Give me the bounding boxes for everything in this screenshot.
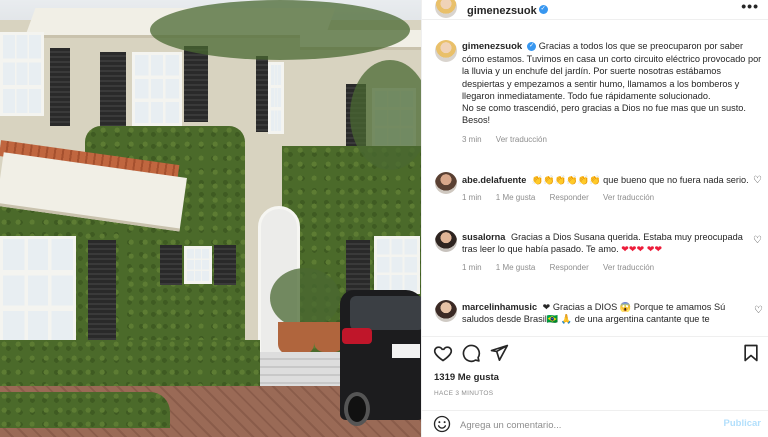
post-side-panel: gimenezsuok ✓ ••• gimenezsuok ✓ Gracias a … <box>421 0 768 437</box>
photo-car-window <box>350 296 421 330</box>
comment-username[interactable]: susalorna <box>462 232 505 242</box>
photo-license-plate <box>392 344 420 358</box>
comment-text: 👏👏👏👏👏👏 que bueno que no fuera nada serio… <box>531 175 749 185</box>
photo-window <box>132 52 182 126</box>
photo-shutter <box>184 46 208 122</box>
send-icon[interactable] <box>489 343 509 363</box>
comment-item: abe.delafuente 👏👏👏👏👏👏 que bueno que no f… <box>462 174 752 205</box>
comment-translate-link[interactable]: Ver traducción <box>603 193 654 202</box>
post-header: gimenezsuok ✓ ••• <box>422 0 768 20</box>
caption-translate-link[interactable]: Ver traducción <box>496 135 547 144</box>
post-caption: gimenezsuok ✓ Gracias a todos los que se … <box>462 40 762 147</box>
verified-badge-icon: ✓ <box>538 5 548 15</box>
photo-hedge <box>0 392 170 428</box>
comment-time[interactable]: 1 min <box>462 263 482 272</box>
comment-translate-link[interactable]: Ver traducción <box>603 263 654 272</box>
caption-meta: 3 min Ver traducción <box>462 134 762 146</box>
comment-like-heart-icon[interactable]: ♡ <box>753 235 762 246</box>
post-timestamp: HACE 3 MINUTOS <box>434 390 494 397</box>
comment-likes[interactable]: 1 Me gusta <box>496 263 536 272</box>
comment-item: marcelinhamusic ❤ Gracias a DIOS 😱 Porqu… <box>462 301 752 326</box>
add-comment-bar: Publicar <box>422 410 768 437</box>
publish-button[interactable]: Publicar <box>724 418 762 429</box>
heart-icon[interactable] <box>433 343 453 363</box>
photo-shutter <box>214 245 236 285</box>
bookmark-icon[interactable] <box>741 343 761 363</box>
comment-time[interactable]: 1 min <box>462 193 482 202</box>
comment-meta: 1 min 1 Me gusta Responder Ver traducció… <box>462 262 752 274</box>
comment-username[interactable]: marcelinhamusic <box>462 302 537 312</box>
photo-window <box>374 236 420 294</box>
photo-window <box>184 246 212 284</box>
photo-window <box>268 62 284 134</box>
post-action-bar <box>422 336 768 366</box>
author-username[interactable]: gimenezsuok <box>467 5 537 17</box>
verified-badge-icon: ✓ <box>527 42 537 52</box>
photo-tree <box>150 0 410 60</box>
photo-shutter <box>256 56 268 132</box>
comment-meta: 1 min 1 Me gusta Responder Ver traducció… <box>462 192 752 204</box>
photo-flower-pot <box>278 322 314 354</box>
comment-input[interactable] <box>460 418 700 432</box>
photo-shutter <box>88 240 116 346</box>
comment-hearts: ❤❤❤ ❤❤ <box>621 244 663 255</box>
photo-window <box>0 236 76 346</box>
photo-shutter <box>160 245 182 285</box>
comment-reply-link[interactable]: Responder <box>550 263 589 272</box>
author-name-row: gimenezsuok ✓ <box>467 1 548 19</box>
caption-text-2: No se como trascendió, pero gracias a Di… <box>462 103 746 126</box>
caption-time[interactable]: 3 min <box>462 135 482 144</box>
photo-car-wheel <box>344 392 370 426</box>
photo-tree <box>350 60 421 170</box>
photo-tail-light <box>342 328 372 344</box>
comment-item: susalorna Gracias a Dios Susana querida.… <box>462 231 752 274</box>
comment-reply-link[interactable]: Responder <box>550 193 589 202</box>
photo-shutter <box>100 52 126 128</box>
comment-like-heart-icon[interactable]: ♡ <box>754 305 763 316</box>
like-count[interactable]: 1319 Me gusta <box>434 372 499 383</box>
photo-shutter <box>50 48 70 126</box>
author-avatar[interactable] <box>435 0 457 18</box>
comment-likes[interactable]: 1 Me gusta <box>496 193 536 202</box>
photo-window <box>0 32 44 116</box>
caption-username[interactable]: gimenezsuok <box>462 41 522 52</box>
comment-clip: marcelinhamusic ❤ Gracias a DIOS 😱 Porqu… <box>422 296 768 335</box>
post-photo <box>0 0 421 437</box>
emoji-icon[interactable] <box>433 415 451 433</box>
comment-username[interactable]: abe.delafuente <box>462 175 526 185</box>
comment-like-heart-icon[interactable]: ♡ <box>753 175 762 186</box>
comment-icon[interactable] <box>461 343 481 363</box>
comment-avatar[interactable] <box>435 172 457 194</box>
comment-avatar[interactable] <box>435 300 457 322</box>
photo-tree <box>270 268 340 328</box>
caption-avatar[interactable] <box>435 40 457 62</box>
comment-avatar[interactable] <box>435 230 457 252</box>
more-icon[interactable]: ••• <box>741 0 759 14</box>
